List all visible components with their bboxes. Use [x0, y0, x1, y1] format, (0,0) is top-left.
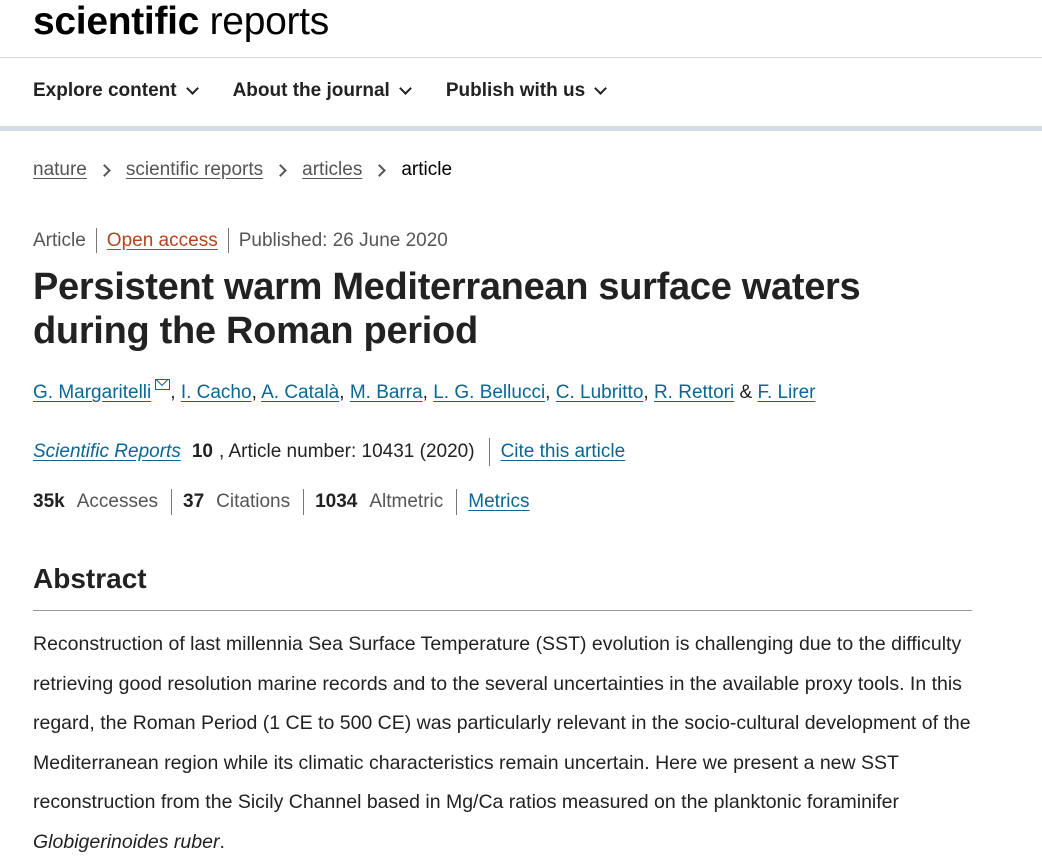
site-logo[interactable]: scientific reports: [33, 0, 329, 48]
header-divider: [0, 57, 1042, 58]
chevron-right-icon: [373, 163, 387, 177]
chevron-right-icon: [274, 163, 288, 177]
abstract-text: Reconstruction of last millennia Sea Sur…: [33, 625, 983, 862]
breadcrumb: nature scientific reports articles artic…: [33, 159, 452, 181]
article-number: , Article number: 10431 (2020): [218, 441, 475, 462]
meta-divider: [227, 228, 229, 253]
open-access-link[interactable]: Open access: [107, 230, 218, 252]
published-date: Published: 26 June 2020: [238, 229, 448, 251]
author-separator: ,: [170, 382, 181, 403]
author-link[interactable]: C. Lubritto: [556, 382, 644, 403]
logo-word-reports: reports: [199, 0, 330, 43]
author-separator: ,: [545, 382, 556, 403]
article-meta: Article Open access Published: 26 June 2…: [33, 228, 448, 253]
author-list: G. Margaritelli, I. Cacho, A. Català, M.…: [33, 379, 816, 404]
nav-explore-content[interactable]: Explore content: [33, 80, 199, 102]
meta-divider: [95, 228, 97, 253]
nav-publish-with-us[interactable]: Publish with us: [445, 80, 608, 102]
nav-label: Publish with us: [445, 80, 586, 101]
citations-label: Citations: [216, 491, 291, 512]
citations-count: 37: [183, 491, 205, 512]
accesses-count: 35k: [33, 491, 65, 512]
abstract-end: .: [219, 830, 225, 853]
author-separator: ,: [643, 382, 654, 403]
article-title: Persistent warm Mediterranean surface wa…: [33, 266, 861, 352]
metrics-divider: [171, 489, 173, 515]
journal-name-link[interactable]: Scientific Reports: [33, 441, 181, 463]
breadcrumb-articles[interactable]: articles: [302, 159, 362, 181]
author-link[interactable]: M. Barra: [350, 382, 423, 403]
author-link[interactable]: A. Català: [261, 382, 339, 403]
nav-divider: [0, 126, 1042, 131]
author-separator: ,: [251, 382, 262, 403]
author-separator: ,: [339, 382, 350, 403]
species-name: Globigerinoides ruber: [33, 830, 220, 853]
metrics-link[interactable]: Metrics: [468, 491, 529, 513]
author-separator: ,: [422, 382, 434, 403]
cite-this-article-link[interactable]: Cite this article: [501, 441, 626, 463]
breadcrumb-scientific-reports[interactable]: scientific reports: [126, 159, 263, 181]
abstract-divider: [33, 610, 972, 611]
author-link[interactable]: L. G. Bellucci: [433, 382, 545, 403]
author-link[interactable]: G. Margaritelli: [33, 382, 151, 403]
breadcrumb-current: article: [401, 159, 453, 180]
article-metrics: 35k Accesses 37 Citations 1034 Altmetric…: [33, 489, 530, 515]
nav-about-journal[interactable]: About the journal: [232, 80, 412, 102]
logo-word-scientific: scientific: [33, 0, 200, 43]
metrics-divider: [303, 489, 305, 515]
metrics-divider: [456, 489, 458, 515]
citation-divider: [488, 438, 490, 466]
author-link[interactable]: F. Lirer: [757, 382, 815, 403]
journal-volume: 10: [191, 441, 213, 462]
accesses-label: Accesses: [76, 491, 159, 512]
author-ampersand: &: [734, 382, 758, 403]
nav-label: Explore content: [33, 80, 177, 101]
chevron-down-icon: [594, 82, 608, 95]
mail-icon[interactable]: [155, 379, 171, 390]
main-nav: Explore content About the journal Publis…: [33, 80, 608, 102]
breadcrumb-nature[interactable]: nature: [33, 159, 87, 181]
citation-line: Scientific Reports 10 , Article number: …: [33, 438, 625, 466]
chevron-down-icon: [398, 82, 412, 95]
chevron-down-icon: [185, 82, 199, 95]
nav-label: About the journal: [232, 80, 390, 101]
abstract-body: Reconstruction of last millennia Sea Sur…: [33, 633, 971, 813]
abstract-heading: Abstract: [33, 563, 147, 594]
author-link[interactable]: R. Rettori: [654, 382, 734, 403]
author-link[interactable]: I. Cacho: [181, 382, 252, 403]
chevron-right-icon: [98, 163, 111, 177]
article-type: Article: [33, 229, 86, 251]
altmetric-count: 1034: [315, 491, 358, 512]
altmetric-label: Altmetric: [369, 491, 444, 512]
